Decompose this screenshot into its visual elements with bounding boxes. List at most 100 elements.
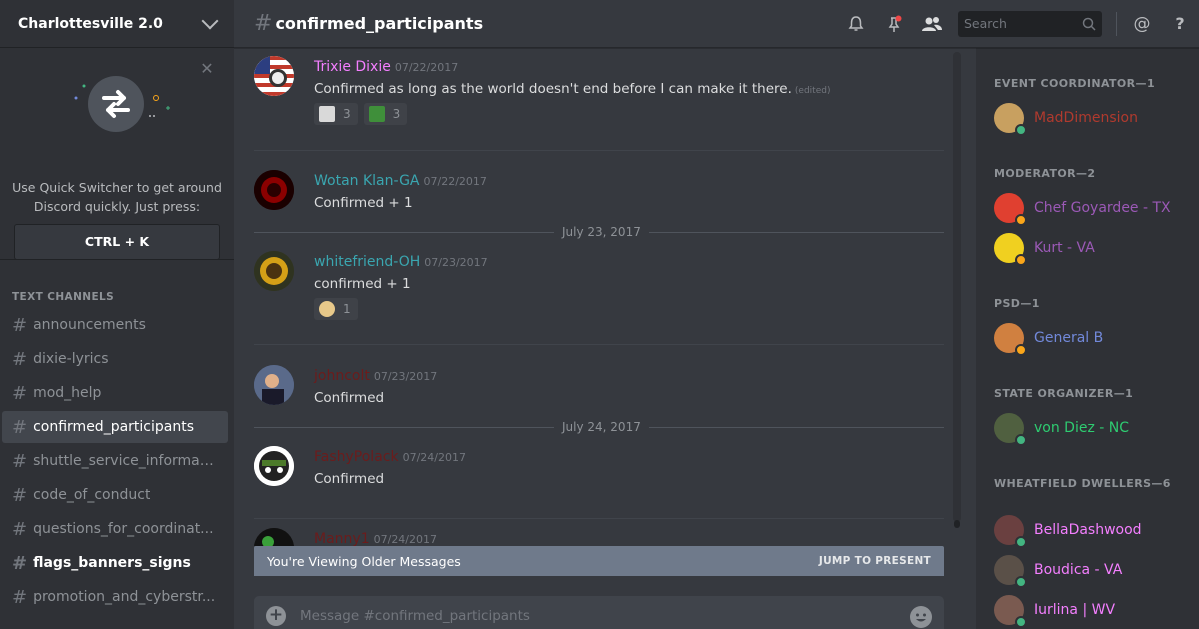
avatar[interactable] xyxy=(254,528,294,546)
channel-name: announcements xyxy=(33,317,146,333)
channel-item[interactable]: # mod_help xyxy=(2,377,228,409)
channel-category[interactable]: TEXT CHANNELS xyxy=(0,283,234,307)
message-text: Confirmed xyxy=(314,390,385,406)
hash-icon: # xyxy=(12,416,28,438)
channel-topbar: # confirmed_participants Search @ ? xyxy=(234,0,1199,48)
upload-plus-icon[interactable]: + xyxy=(266,606,286,626)
channel-name: promotion_and_cyberstr... xyxy=(33,589,216,605)
channel-name: flags_banners_signs xyxy=(33,555,191,571)
channel-item[interactable]: # confirmed_participants xyxy=(2,411,228,443)
idle-status-icon xyxy=(1015,214,1027,226)
channel-name: shuttle_service_informat... xyxy=(33,453,218,469)
message-author[interactable]: FashyPolack xyxy=(314,449,399,465)
moon-emoji-icon xyxy=(319,301,335,317)
jump-to-present-button[interactable]: JUMP TO PRESENT xyxy=(819,555,931,567)
avatar[interactable] xyxy=(254,170,294,210)
member-item[interactable]: Chef Goyardee - TX xyxy=(994,188,1171,228)
reaction[interactable]: 3 xyxy=(314,103,358,125)
reaction-count: 3 xyxy=(343,107,351,121)
avatar xyxy=(994,413,1027,446)
idle-status-icon xyxy=(1015,254,1027,266)
bell-icon[interactable] xyxy=(844,12,868,36)
reaction-count: 1 xyxy=(343,302,351,316)
message-author[interactable]: Wotan Klan-GA xyxy=(314,173,420,189)
date-divider-label: July 24, 2017 xyxy=(554,420,649,434)
channel-item[interactable]: # announcements xyxy=(2,309,228,341)
channel-name: confirmed_participants xyxy=(33,419,195,435)
member-group-title: PSD—1 xyxy=(994,297,1040,310)
message-composer[interactable]: + Message #confirmed_participants xyxy=(254,596,944,629)
hash-icon: # xyxy=(12,382,28,404)
quick-switcher-text: Use Quick Switcher to get around Discord… xyxy=(0,178,234,216)
member-item[interactable]: MadDimension xyxy=(994,98,1138,138)
emoji-picker-icon[interactable] xyxy=(910,606,932,628)
search-input[interactable]: Search xyxy=(958,10,1102,37)
message-text: Confirmed + 1 xyxy=(314,195,413,211)
message-list: Trixie Dixie 07/22/2017 Confirmed as long… xyxy=(254,48,944,546)
message-divider xyxy=(254,150,944,151)
message-scrollbar[interactable] xyxy=(953,52,961,522)
reaction-count: 3 xyxy=(392,107,401,121)
member-item[interactable]: General B xyxy=(994,318,1103,358)
channel-name: dixie-lyrics xyxy=(33,351,109,367)
help-icon[interactable]: ? xyxy=(1168,12,1192,36)
channel-item[interactable]: # flags_banners_signs xyxy=(2,547,228,579)
channel-item[interactable]: # promotion_and_cyberstr... xyxy=(2,581,228,613)
edited-label: (edited) xyxy=(794,86,831,96)
member-item[interactable]: BellaDashwood xyxy=(994,510,1142,550)
hash-icon: # xyxy=(12,314,28,336)
hash-icon: # xyxy=(12,552,28,574)
reaction-row: 3 3 xyxy=(314,103,934,125)
member-name: Boudica - VA xyxy=(1034,562,1123,578)
message-text: Confirmed as long as the world doesn't e… xyxy=(314,81,934,97)
channel-item[interactable]: # code_of_conduct xyxy=(2,479,228,511)
quick-switcher-line2: Discord quickly. Just press: xyxy=(33,199,201,214)
message-author[interactable]: Trixie Dixie xyxy=(314,59,391,75)
message-author[interactable]: whitefriend-OH xyxy=(314,254,420,270)
reaction[interactable]: 1 xyxy=(314,298,358,320)
avatar[interactable] xyxy=(254,446,294,486)
online-status-icon xyxy=(1015,616,1027,628)
channel-name: code_of_conduct xyxy=(33,487,151,503)
member-group-title: STATE ORGANIZER—1 xyxy=(994,387,1134,400)
close-icon[interactable]: ✕ xyxy=(200,61,214,77)
mentions-icon[interactable]: @ xyxy=(1130,12,1154,36)
avatar[interactable] xyxy=(254,251,294,291)
member-name: MadDimension xyxy=(1034,110,1138,126)
date-divider-label: July 23, 2017 xyxy=(554,225,649,239)
channel-item[interactable]: # questions_for_coordinat... xyxy=(2,513,228,545)
reaction[interactable]: 3 xyxy=(363,103,408,125)
channel-item[interactable]: # dixie-lyrics xyxy=(2,343,228,375)
members-icon[interactable] xyxy=(920,12,944,36)
message-author[interactable]: johncolt xyxy=(314,368,370,384)
member-name: BellaDashwood xyxy=(1034,522,1142,538)
scrollbar-thumb[interactable] xyxy=(954,520,960,528)
member-name: Iurlina | WV xyxy=(1034,602,1116,618)
hash-icon: # xyxy=(12,484,28,506)
older-messages-label: You're Viewing Older Messages xyxy=(267,553,461,569)
older-messages-bar: You're Viewing Older Messages JUMP TO PR… xyxy=(254,546,944,576)
channel-title: confirmed_participants xyxy=(275,14,484,33)
chevron-down-icon[interactable] xyxy=(201,12,219,29)
server-header[interactable]: Charlottesville 2.0 xyxy=(0,0,234,48)
message-text: confirmed + 1 xyxy=(314,276,411,292)
channel-item[interactable]: # shuttle_service_informat... xyxy=(2,445,228,477)
hash-icon: # xyxy=(12,450,28,472)
pin-icon[interactable] xyxy=(882,12,906,36)
member-name: Chef Goyardee - TX xyxy=(1034,200,1171,216)
avatar[interactable] xyxy=(254,56,294,96)
member-item[interactable]: Kurt - VA xyxy=(994,228,1095,268)
message-text: Confirmed xyxy=(314,471,385,487)
message-input-placeholder[interactable]: Message #confirmed_participants xyxy=(300,606,910,624)
member-item[interactable]: Boudica - VA xyxy=(994,550,1122,590)
avatar xyxy=(994,555,1027,588)
message-divider xyxy=(254,518,944,519)
date-divider: July 24, 2017 xyxy=(254,420,944,434)
quick-switcher-illustration xyxy=(62,76,172,140)
member-item[interactable]: von Diez - NC xyxy=(994,408,1129,448)
avatar[interactable] xyxy=(254,365,294,405)
online-status-icon xyxy=(1015,434,1027,446)
message-author[interactable]: Manny1 xyxy=(314,531,370,546)
member-item[interactable]: Iurlina | WV xyxy=(994,590,1115,629)
frog-emoji-icon xyxy=(368,106,385,122)
